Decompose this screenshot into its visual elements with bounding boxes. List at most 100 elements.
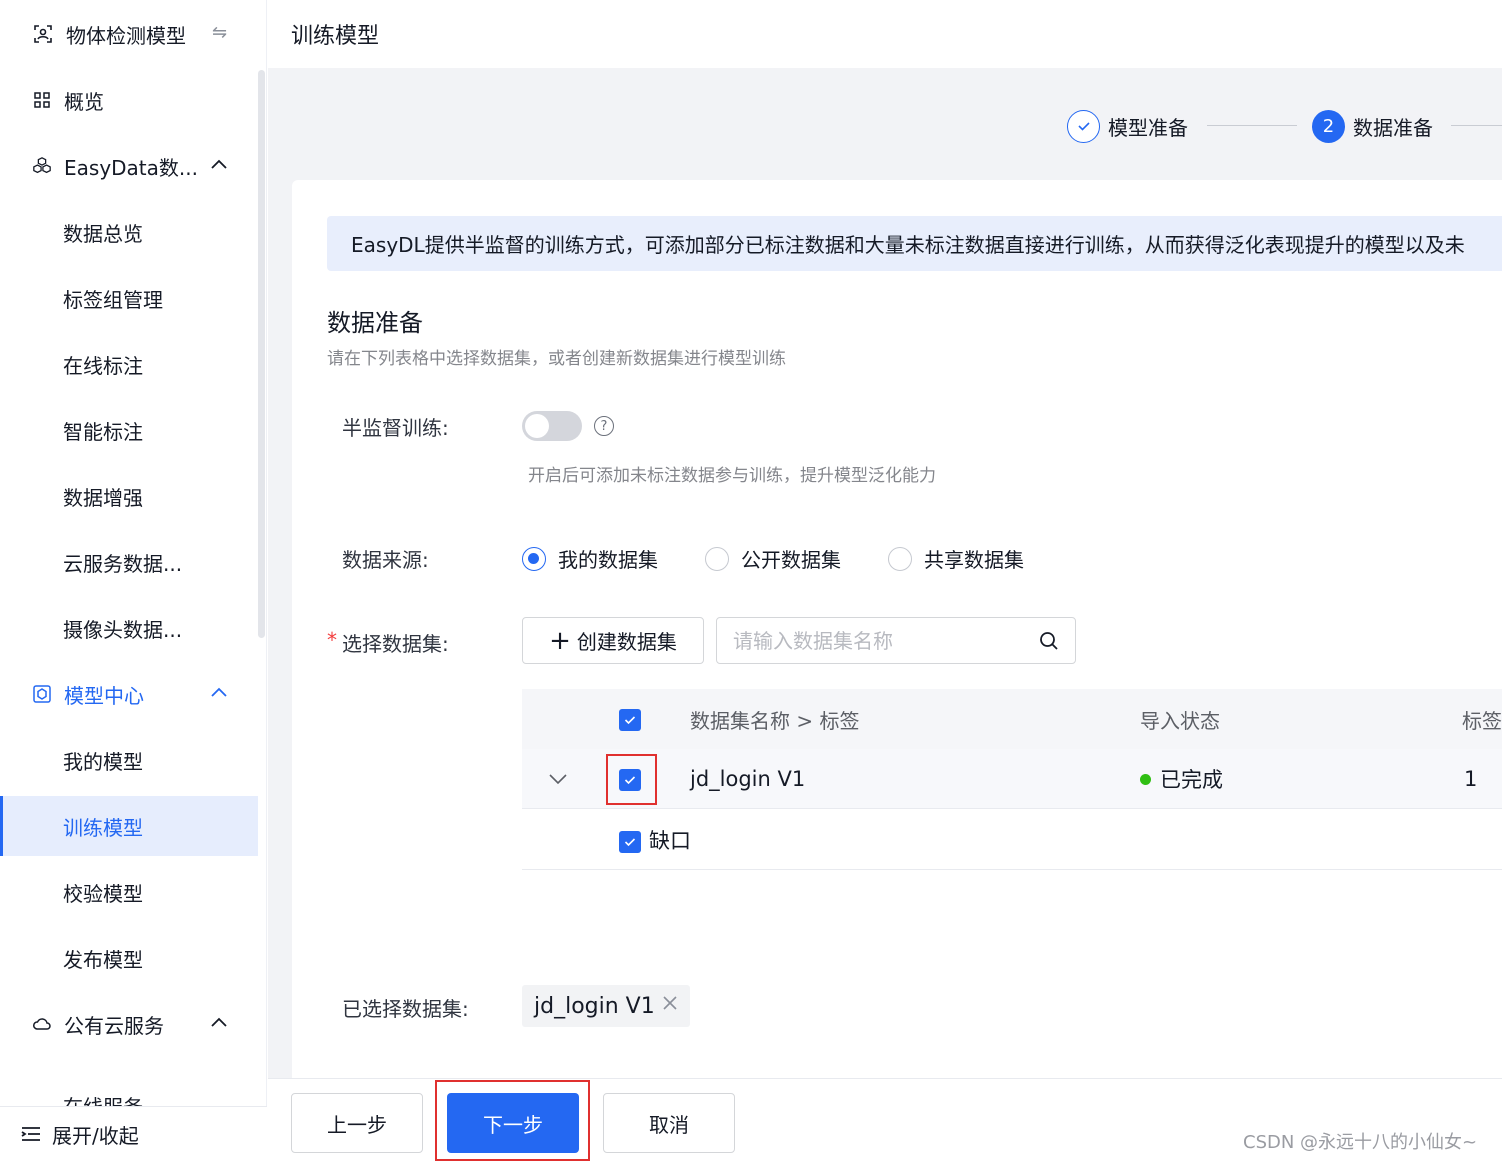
- sidebar-item-label: EasyData数...: [64, 155, 198, 180]
- dataset-name: jd_login V1: [690, 767, 806, 791]
- highlight-box: [606, 754, 657, 805]
- plus-icon: +: [549, 625, 571, 656]
- column-header-name: 数据集名称 > 标签: [690, 708, 860, 733]
- sidebar-item-online-service[interactable]: 在线服务: [0, 1060, 258, 1106]
- step-model-prep: 模型准备: [1067, 108, 1188, 144]
- sidebar-item-my-models[interactable]: 我的模型: [0, 730, 258, 790]
- radio-public-datasets[interactable]: 公开数据集: [705, 544, 841, 573]
- radio-label: 共享数据集: [924, 548, 1024, 572]
- highlight-box: [435, 1080, 590, 1161]
- semi-supervised-toggle[interactable]: [522, 411, 582, 441]
- grid-icon: [32, 90, 52, 110]
- sidebar-item-label: 数据增强: [63, 485, 143, 510]
- sidebar-item-camera-data[interactable]: 摄像头数据...: [0, 598, 258, 658]
- sidebar-item-label: 训练模型: [63, 815, 143, 840]
- selected-datasets-label: 已选择数据集:: [342, 997, 469, 1021]
- select-all-checkbox[interactable]: [619, 709, 641, 731]
- menu-collapse-icon: [20, 1125, 42, 1143]
- swap-icon[interactable]: ⇋: [212, 22, 227, 43]
- sidebar-group-easydata[interactable]: EasyData数...: [0, 136, 258, 196]
- model-center-icon: [32, 684, 52, 704]
- required-mark: *: [327, 628, 337, 652]
- select-dataset-label-text: 选择数据集:: [342, 632, 449, 656]
- check-icon: [1067, 109, 1100, 143]
- sidebar-item-label: 在线服务: [63, 1091, 143, 1106]
- step-data-prep: 2 数据准备: [1312, 108, 1433, 144]
- step-number: 2: [1312, 109, 1345, 143]
- sidebar-group-public-cloud[interactable]: 公有云服务: [0, 994, 258, 1054]
- sidebar-item-label: 我的模型: [63, 749, 143, 774]
- radio-circle[interactable]: [522, 546, 546, 571]
- label-name: 缺口: [649, 829, 691, 853]
- section-description: 请在下列表格中选择数据集，或者创建新数据集进行模型训练: [327, 349, 786, 369]
- sidebar-item-label: 公有云服务: [64, 1013, 164, 1038]
- chevron-down-icon[interactable]: [546, 749, 570, 809]
- sidebar-item-online-labeling[interactable]: 在线标注: [0, 334, 258, 394]
- section-title: 数据准备: [327, 309, 423, 337]
- info-notice: EasyDL提供半监督的训练方式，可添加部分已标注数据和大量未标注数据直接进行训…: [327, 216, 1502, 271]
- help-icon[interactable]: ?: [594, 416, 614, 436]
- chevron-up-icon[interactable]: [208, 1012, 230, 1039]
- table-sub-row: 缺口: [522, 810, 1502, 870]
- sidebar-item-label: 概览: [64, 89, 104, 114]
- radio-circle[interactable]: [888, 546, 912, 571]
- sidebar-item-data-augment[interactable]: 数据增强: [0, 466, 258, 526]
- sidebar-item-validate-model[interactable]: 校验模型: [0, 862, 258, 922]
- cubes-icon: [32, 156, 52, 176]
- create-dataset-button[interactable]: + 创建数据集: [522, 617, 704, 664]
- sidebar-item-label: 发布模型: [63, 947, 143, 972]
- radio-label: 我的数据集: [558, 548, 658, 572]
- sidebar-item-label: 校验模型: [63, 881, 143, 906]
- create-dataset-label: 创建数据集: [576, 630, 677, 654]
- page-title: 训练模型: [291, 24, 380, 49]
- label-count: 1: [1464, 767, 1478, 791]
- project-switcher[interactable]: 物体检测模型 ⇋: [0, 0, 267, 68]
- step-connector: [1207, 125, 1297, 126]
- sidebar-scrollbar[interactable]: [258, 70, 265, 638]
- sidebar-item-overview[interactable]: 概览: [0, 70, 258, 130]
- sidebar-item-cloud-data[interactable]: 云服务数据...: [0, 532, 258, 592]
- semi-supervised-label: 半监督训练:: [342, 416, 449, 440]
- toggle-knob: [525, 414, 549, 438]
- sidebar-item-label: 云服务数据...: [63, 551, 183, 576]
- sidebar-item-smart-labeling[interactable]: 智能标注: [0, 400, 258, 460]
- sidebar-item-data-overview[interactable]: 数据总览: [0, 202, 258, 262]
- sidebar-item-label: 在线标注: [63, 353, 143, 378]
- sidebar-collapse-toggle[interactable]: 展开/收起: [0, 1106, 267, 1161]
- sidebar-item-train-model[interactable]: 训练模型: [0, 796, 258, 856]
- selected-dataset-tag: jd_login V1: [522, 985, 690, 1027]
- table-row: jd_login V1 已完成 1: [522, 749, 1502, 809]
- sidebar-item-label-groups[interactable]: 标签组管理: [0, 268, 258, 328]
- label-checkbox[interactable]: [619, 831, 641, 853]
- radio-shared-datasets[interactable]: 共享数据集: [888, 544, 1024, 573]
- selected-dataset-name: jd_login V1: [534, 993, 655, 1019]
- select-dataset-label: * 选择数据集:: [327, 628, 449, 657]
- chevron-up-icon[interactable]: [208, 154, 230, 181]
- sidebar: 物体检测模型 ⇋ 概览 EasyData数... 数据总览 标签组管理 在线标注…: [0, 0, 267, 1161]
- cancel-button[interactable]: 取消: [603, 1093, 735, 1153]
- prev-button[interactable]: 上一步: [291, 1093, 423, 1153]
- dataset-search-input[interactable]: [733, 626, 1023, 656]
- radio-circle[interactable]: [705, 546, 729, 571]
- sidebar-group-model-center[interactable]: 模型中心: [0, 664, 258, 724]
- sidebar-item-label: 模型中心: [64, 683, 144, 708]
- step-label: 模型准备: [1108, 115, 1188, 140]
- radio-label: 公开数据集: [741, 548, 841, 572]
- sidebar-item-publish-model[interactable]: 发布模型: [0, 928, 258, 988]
- column-header-status: 导入状态: [1140, 708, 1220, 733]
- sidebar-footer-label: 展开/收起: [52, 1123, 139, 1148]
- sidebar-item-label: 标签组管理: [63, 287, 163, 312]
- dataset-search[interactable]: [716, 617, 1076, 664]
- search-icon[interactable]: [1038, 630, 1060, 656]
- column-header-labels: 标签: [1462, 708, 1502, 733]
- chevron-up-icon[interactable]: [208, 682, 230, 709]
- radio-my-datasets[interactable]: 我的数据集: [522, 544, 658, 573]
- import-status-text: 已完成: [1160, 768, 1223, 792]
- close-icon[interactable]: [660, 993, 680, 1019]
- semi-supervised-description: 开启后可添加未标注数据参与训练，提升模型泛化能力: [528, 466, 936, 486]
- cloud-icon: [32, 1014, 52, 1034]
- object-detection-icon: [32, 23, 54, 45]
- sidebar-item-label: 智能标注: [63, 419, 143, 444]
- sidebar-item-label: 数据总览: [63, 221, 143, 246]
- page-header: 训练模型: [268, 0, 1502, 68]
